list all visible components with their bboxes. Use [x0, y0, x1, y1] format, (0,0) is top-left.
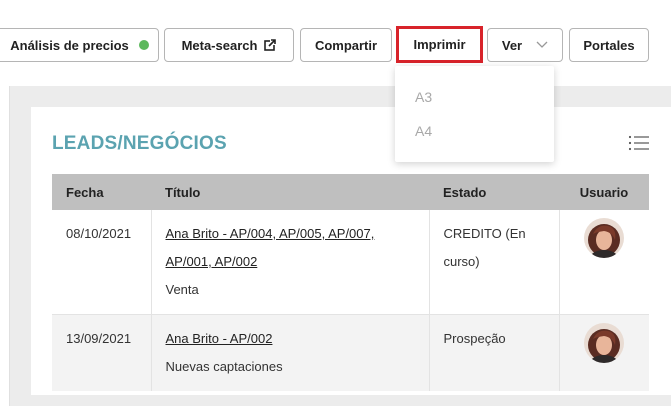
lead-title-link[interactable]: Ana Brito - AP/002 — [166, 325, 415, 353]
external-link-icon — [264, 39, 277, 51]
leads-table: Fecha Título Estado Usuario 08/10/2021 A… — [52, 174, 649, 391]
left-panel — [0, 86, 10, 406]
status-dot-icon — [138, 40, 149, 50]
titulo-cell: Ana Brito - AP/002 Nuevas captaciones — [150, 314, 429, 391]
toolbar: Análisis de precios Meta-search Comparti… — [0, 0, 671, 86]
avatar[interactable] — [584, 323, 625, 363]
fecha-cell: 08/10/2021 — [52, 210, 151, 315]
lead-type: Nuevas captaciones — [165, 359, 283, 374]
estado-cell: CREDITO (En curso) — [428, 210, 559, 315]
lead-title-link[interactable]: Ana Brito - AP/004, AP/005, AP/007, AP/0… — [166, 220, 415, 276]
leads-card: LEADS/NEGÓCIOS Fecha Título Estado Usuar… — [31, 107, 671, 395]
estado-cell: Prospeção — [428, 314, 559, 391]
view-button[interactable]: Ver — [487, 28, 563, 62]
estado-line: curso) — [443, 254, 480, 269]
column-header-fecha[interactable]: Fecha — [52, 174, 151, 210]
share-label: Compartir — [314, 37, 378, 53]
view-label: Ver — [501, 37, 523, 53]
price-analysis-label: Análisis de precios — [10, 37, 129, 53]
print-dropdown-menu: A3 A4 — [395, 66, 554, 162]
usuario-cell — [558, 210, 649, 315]
lead-title-line: AP/001, AP/002 — [165, 254, 258, 269]
fecha-cell: 13/09/2021 — [52, 314, 151, 391]
avatar[interactable] — [584, 218, 625, 258]
fecha-value: 08/10/2021 — [66, 226, 132, 241]
column-header-usuario[interactable]: Usuario — [559, 174, 649, 210]
lead-title-line: Ana Brito - AP/002 — [165, 331, 273, 346]
column-header-estado[interactable]: Estado — [429, 174, 559, 210]
estado-line: CREDITO (En — [443, 226, 526, 241]
price-analysis-button[interactable]: Análisis de precios — [0, 28, 159, 62]
titulo-cell: Ana Brito - AP/004, AP/005, AP/007, AP/0… — [150, 210, 429, 315]
table-header-row: Fecha Título Estado Usuario — [52, 174, 649, 210]
fecha-value: 13/09/2021 — [66, 331, 132, 346]
share-button[interactable]: Compartir — [300, 28, 392, 62]
estado-line: Prospeção — [443, 331, 506, 346]
usuario-cell — [558, 314, 649, 391]
column-header-titulo[interactable]: Título — [151, 174, 429, 210]
print-option-a3[interactable]: A3 — [415, 89, 432, 105]
lead-title-line: Ana Brito - AP/004, AP/005, AP/007, — [165, 226, 375, 241]
chevron-down-icon — [536, 41, 548, 48]
meta-search-label: Meta-search — [181, 37, 258, 53]
print-button[interactable]: Imprimir — [396, 26, 483, 63]
portals-button[interactable]: Portales — [569, 28, 649, 62]
meta-search-button[interactable]: Meta-search — [164, 28, 294, 62]
list-menu-icon[interactable] — [628, 135, 650, 151]
print-option-a4[interactable]: A4 — [415, 123, 432, 139]
lead-type: Venta — [165, 282, 199, 297]
table-row[interactable]: 13/09/2021 Ana Brito - AP/002 Nuevas cap… — [52, 314, 649, 391]
leads-title: LEADS/NEGÓCIOS — [52, 133, 227, 154]
print-label: Imprimir — [413, 37, 466, 52]
table-row[interactable]: 08/10/2021 Ana Brito - AP/004, AP/005, A… — [52, 210, 649, 315]
portals-label: Portales — [583, 37, 635, 53]
